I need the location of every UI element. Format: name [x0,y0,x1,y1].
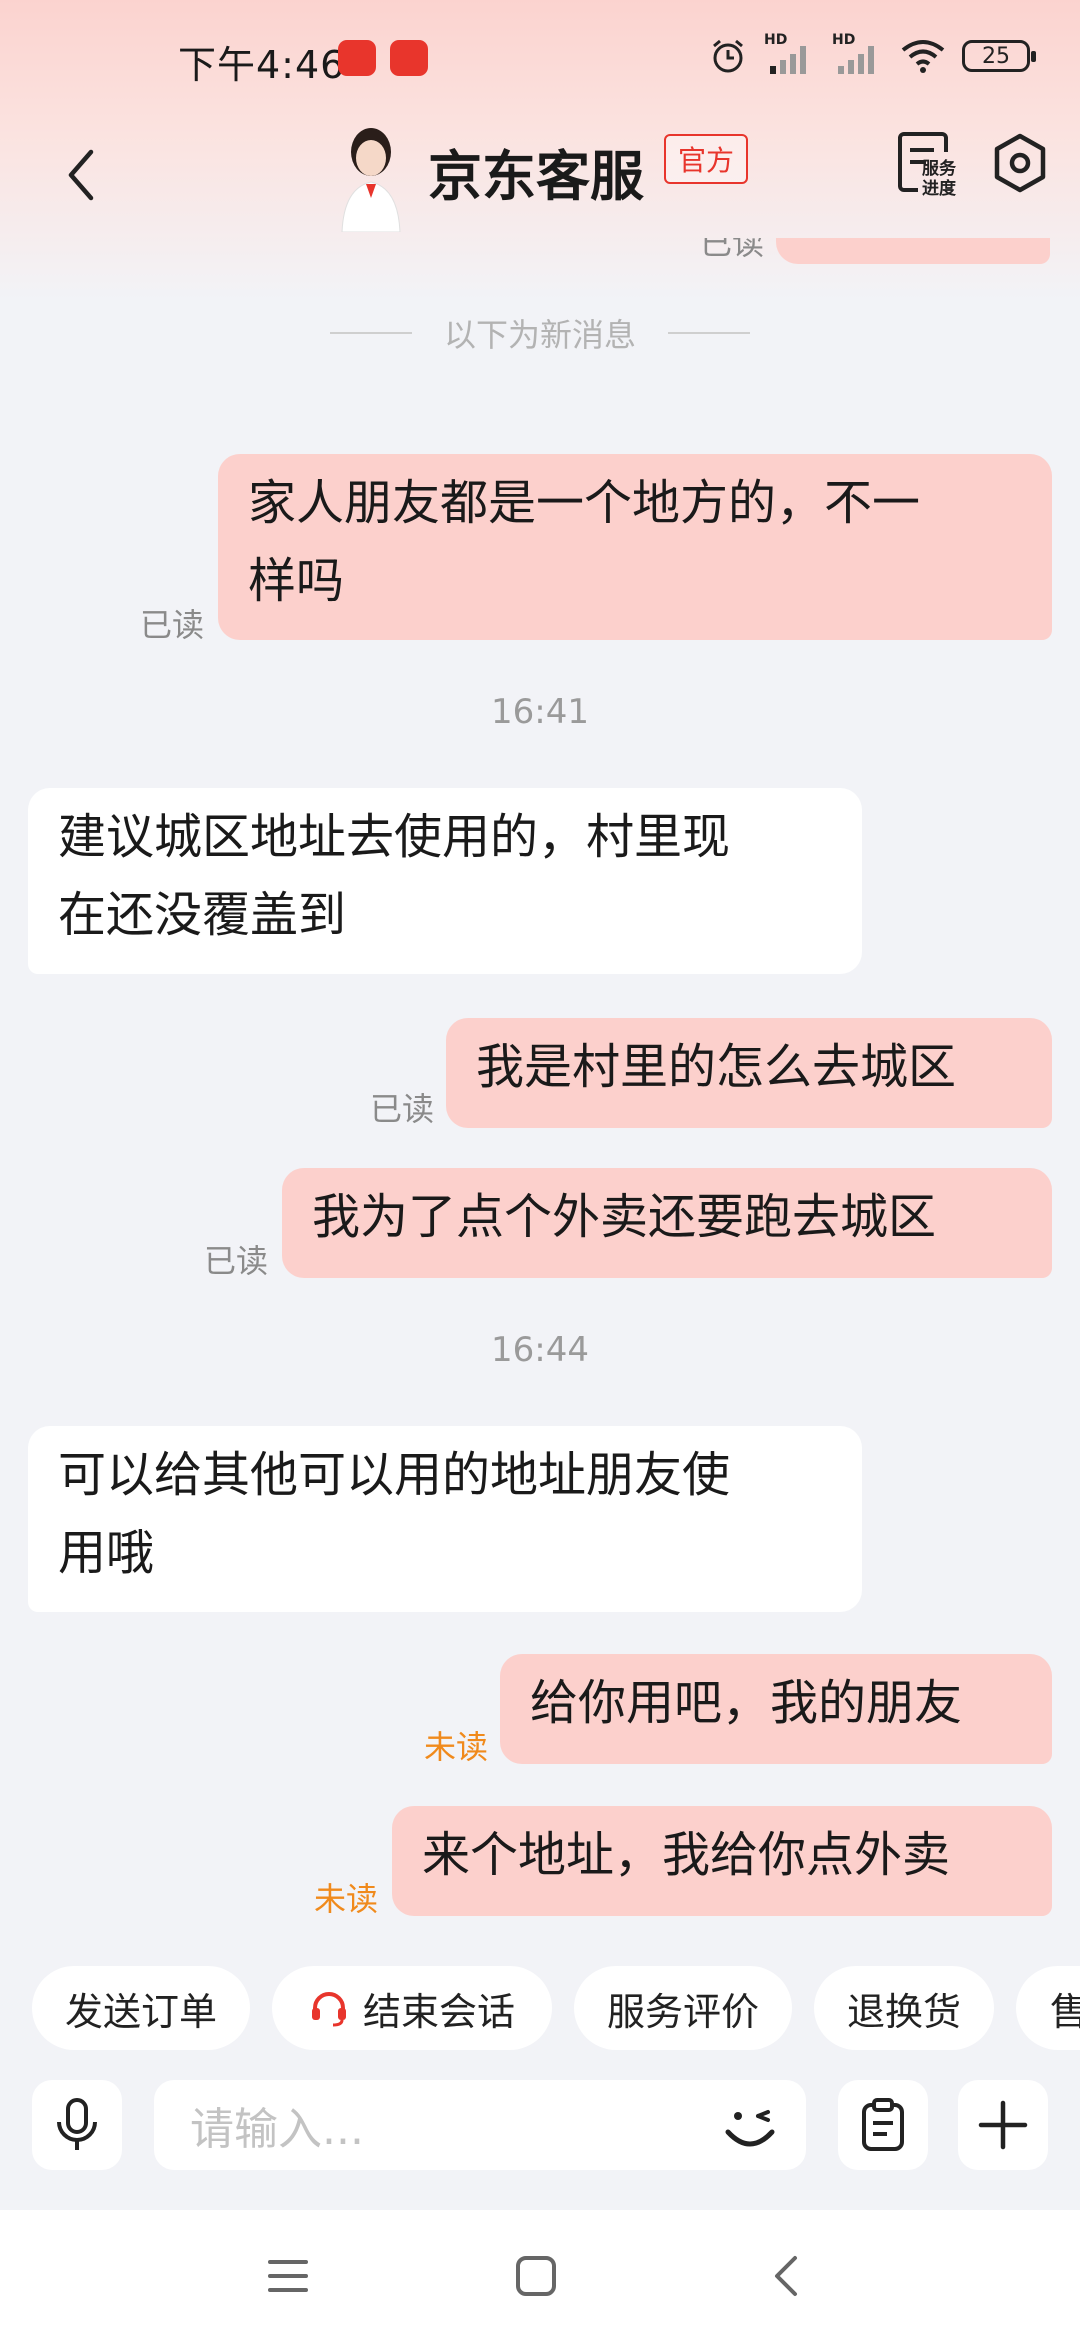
chat-header: 京东客服 官方 服务 进度 [0,118,1080,238]
quick-actions-bar: 发送订单 结束会话 服务评价 退换货 售 [0,1960,1080,2050]
read-status: 已读 [140,606,205,644]
partial-message-bubble[interactable] [776,238,1050,264]
alarm-icon [713,39,743,73]
agent-avatar[interactable] [338,122,404,233]
end-session-chip[interactable]: 结束会话 [272,1966,552,2050]
system-back-icon [775,2256,797,2296]
headset-icon [311,1992,346,2027]
message-bubble-mine[interactable]: 我为了点个外卖还要跑去城区 [282,1168,1052,1278]
return-exchange-chip[interactable]: 退换货 [814,1966,994,2050]
unread-status: 未读 [314,1880,379,1918]
chip-label: 售 [1050,1989,1080,2034]
home-button[interactable] [506,2248,566,2304]
clipboard-button[interactable] [838,2080,928,2170]
read-status: 已读 [204,1242,269,1280]
chip-label: 结束会话 [362,1989,515,2034]
agent-name: 京东客服 [428,145,644,208]
wifi-icon [901,40,945,73]
official-badge: 官方 [664,134,749,184]
status-time: 下午4:46 [178,43,346,87]
message-bubble-mine[interactable]: 我是村里的怎么去城区 [446,1018,1052,1128]
send-order-chip[interactable]: 发送订单 [32,1966,250,2050]
service-progress-label-2: 进度 [922,179,956,199]
jd-app-icon [390,40,428,76]
timestamp: 16:44 [491,1330,589,1370]
divider-line-right [668,332,750,334]
plus-icon [978,2100,1028,2150]
message-text: 样吗 [248,553,345,609]
menu-icon [268,2260,308,2292]
chat-history[interactable]: 已读 以下为新消息 已读 家人朋友都是一个地方的，不一 样吗 16:41 建议城… [0,238,1080,1938]
message-bubble-mine[interactable]: 家人朋友都是一个地方的，不一 样吗 [218,454,1052,640]
message-text: 我为了点个外卖还要跑去城区 [312,1189,937,1245]
signal-icon-1: HD [764,32,816,76]
signal-icon-2: HD [832,32,884,76]
message-text: 家人朋友都是一个地方的，不一 [248,475,921,531]
back-icon [68,149,94,201]
message-bubble-agent[interactable]: 建议城区地址去使用的，村里现 在还没覆盖到 [28,788,862,974]
more-button[interactable] [958,2080,1048,2170]
back-button[interactable] [40,130,120,220]
message-text: 我是村里的怎么去城区 [476,1039,957,1095]
waimai-app-icon [338,40,376,76]
menu-button[interactable] [258,2248,318,2304]
system-back-button[interactable] [756,2248,816,2304]
after-sales-chip[interactable]: 售 [1016,1966,1080,2050]
read-status: 已读 [700,238,765,262]
message-text: 可以给其他可以用的地址朋友使 [58,1447,731,1503]
settings-button[interactable] [990,130,1050,196]
system-navigation-bar [0,2210,1080,2340]
chip-label: 服务评价 [607,1989,760,2034]
timestamp: 16:41 [491,692,589,732]
message-input[interactable]: 请输入... [154,2080,806,2170]
status-bar: 下午4:46 HD HD 25 [0,0,1080,118]
microphone-icon [57,2098,97,2150]
read-status: 已读 [370,1090,435,1128]
battery-level: 25 [982,43,1010,69]
message-composer: 请输入... [0,2080,1080,2176]
home-icon [516,2256,556,2296]
message-text: 给你用吧，我的朋友 [530,1675,963,1731]
settings-icon [994,133,1046,193]
message-bubble-mine[interactable]: 给你用吧，我的朋友 [500,1654,1052,1764]
chip-label: 退换货 [847,1989,962,2034]
emoji-button[interactable] [714,2090,786,2162]
input-placeholder: 请输入... [190,2104,364,2155]
chip-label: 发送订单 [65,1989,218,2034]
message-text: 来个地址，我给你点外卖 [422,1827,951,1883]
message-text: 在还没覆盖到 [58,887,347,943]
message-bubble-agent[interactable]: 可以给其他可以用的地址朋友使 用哦 [28,1426,862,1612]
emoji-icon [725,2110,775,2147]
service-progress-button[interactable]: 服务 进度 [896,128,964,200]
message-text: 用哦 [58,1525,155,1581]
message-bubble-mine[interactable]: 来个地址，我给你点外卖 [392,1806,1052,1916]
status-indicators: HD HD 25 [708,32,1036,78]
new-messages-divider: 以下为新消息 [443,316,636,354]
message-text: 建议城区地址去使用的，村里现 [58,809,731,865]
clipboard-icon [862,2098,904,2151]
service-rating-chip[interactable]: 服务评价 [574,1966,792,2050]
battery-icon: 25 [962,40,1036,72]
unread-status: 未读 [424,1728,489,1766]
voice-button[interactable] [32,2080,122,2170]
